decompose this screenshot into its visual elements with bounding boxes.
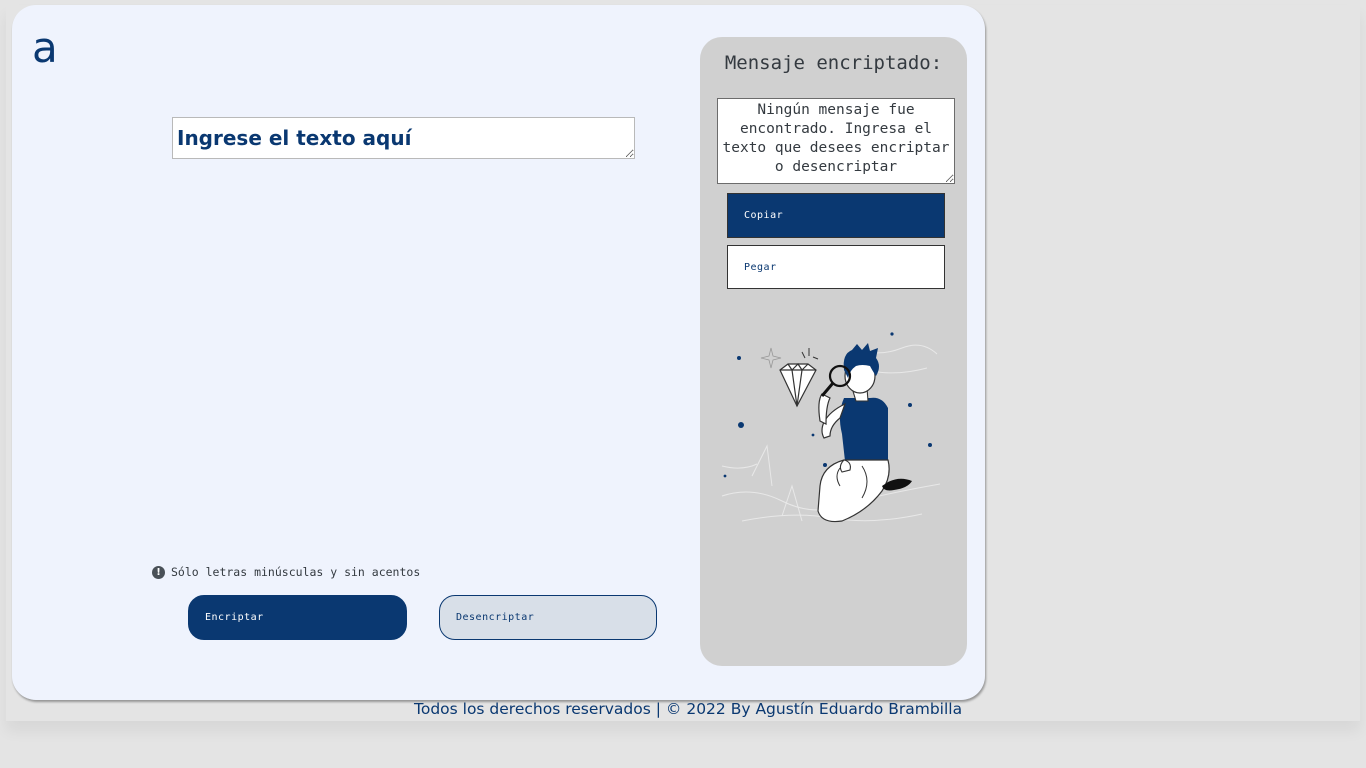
output-message-field[interactable]: Ningún mensaje fue encontrado. Ingresa e… [717, 98, 955, 184]
output-title: Mensaje encriptado: [724, 52, 943, 74]
diamond-icon [779, 363, 817, 408]
paste-button[interactable]: Pegar [727, 245, 945, 289]
text-input[interactable] [172, 117, 635, 159]
exclamation-circle-icon: ! [152, 565, 165, 579]
hint-text: Sólo letras minúsculas y sin acentos [171, 565, 421, 579]
input-hint: ! Sólo letras minúsculas y sin acentos [152, 564, 420, 580]
encrypt-button[interactable]: Encriptar [188, 595, 407, 640]
copy-button[interactable]: Copiar [727, 193, 945, 238]
person-with-magnifier-illustration [721, 332, 941, 523]
footer-text: Todos los derechos reservados | © 2022 B… [414, 700, 963, 718]
logo: a [32, 23, 58, 72]
decrypt-button[interactable]: Desencriptar [439, 595, 657, 640]
